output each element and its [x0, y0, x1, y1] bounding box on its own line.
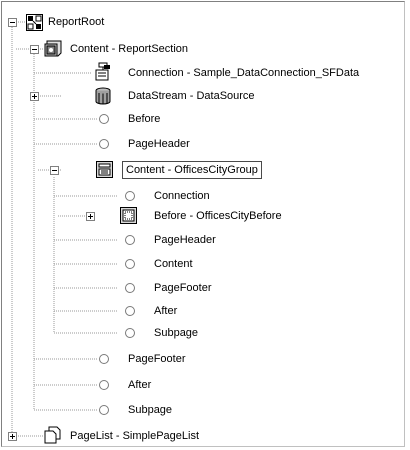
report-tree-panel: ReportRoot Content - ReportSection Conne… [1, 1, 405, 447]
tree-node-before[interactable]: Before [126, 111, 162, 127]
tree-node-pagelist[interactable]: PageList - SimplePageList [68, 428, 201, 444]
tree-node-group-pageheader[interactable]: PageHeader [152, 232, 218, 248]
group-icon [96, 161, 113, 178]
empty-node-icon [99, 354, 109, 364]
collapse-toggle-reportroot[interactable] [8, 18, 17, 27]
datastream-icon [95, 87, 111, 105]
tree-node-group-subpage[interactable]: Subpage [152, 325, 200, 341]
report-tree: ReportRoot Content - ReportSection Conne… [2, 2, 404, 446]
tree-node-subpage[interactable]: Subpage [126, 402, 174, 418]
frame-icon [120, 207, 137, 224]
page-list-icon [44, 426, 61, 444]
empty-node-icon [125, 259, 135, 269]
expand-toggle-datastream[interactable] [30, 92, 39, 101]
report-section-icon [44, 40, 62, 57]
collapse-toggle-content-reportsection[interactable] [30, 45, 39, 54]
tree-node-content-officescitygroup[interactable]: Content - OfficesCityGroup [122, 161, 262, 179]
data-connection-icon [95, 62, 110, 81]
empty-node-icon [125, 191, 135, 201]
empty-node-icon [125, 235, 135, 245]
tree-node-pageheader[interactable]: PageHeader [126, 136, 192, 152]
expand-toggle-officescitybefore[interactable] [86, 212, 95, 221]
tree-node-reportroot[interactable]: ReportRoot [46, 14, 106, 30]
empty-node-icon [99, 405, 109, 415]
tree-node-datastream[interactable]: DataStream - DataSource [126, 88, 257, 104]
empty-node-icon [125, 328, 135, 338]
tree-node-group-pagefooter[interactable]: PageFooter [152, 280, 213, 296]
empty-node-icon [125, 283, 135, 293]
empty-node-icon [125, 306, 135, 316]
empty-node-icon [99, 139, 109, 149]
tree-node-group-connection[interactable]: Connection [152, 188, 212, 204]
tree-node-group-content[interactable]: Content [152, 256, 195, 272]
collapse-toggle-officescitygroup[interactable] [50, 166, 59, 175]
tree-node-connection-sfdata[interactable]: Connection - Sample_DataConnection_SFDat… [126, 65, 361, 81]
tree-node-content-reportsection[interactable]: Content - ReportSection [68, 41, 190, 57]
report-root-icon [26, 14, 43, 31]
empty-node-icon [99, 114, 109, 124]
tree-node-after[interactable]: After [126, 377, 153, 393]
tree-node-group-after[interactable]: After [152, 303, 179, 319]
tree-node-pagefooter[interactable]: PageFooter [126, 351, 187, 367]
empty-node-icon [99, 380, 109, 390]
expand-toggle-pagelist[interactable] [8, 432, 17, 441]
tree-node-group-before[interactable]: Before - OfficesCityBefore [152, 208, 284, 224]
